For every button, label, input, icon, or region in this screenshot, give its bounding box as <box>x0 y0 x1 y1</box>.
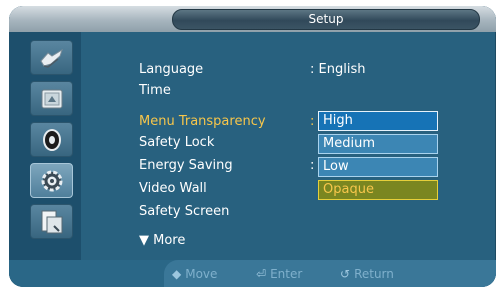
language-value: : English <box>310 62 366 77</box>
setup-gear-icon <box>41 170 62 191</box>
hint-move-label: Move <box>185 267 218 281</box>
menu-transparency-value: : <box>310 114 315 129</box>
return-icon: ↺ <box>340 267 351 281</box>
picture-icon <box>39 48 63 68</box>
menu-title: Setup <box>172 9 480 30</box>
option-low[interactable]: Low <box>318 157 438 177</box>
hint-return: ↺ Return <box>340 266 394 282</box>
option-opaque[interactable]: Opaque <box>318 180 438 200</box>
enter-icon: ⏎ <box>256 267 267 281</box>
menu-item-more[interactable]: ▼ More <box>139 233 185 249</box>
option-high[interactable]: High <box>318 111 438 131</box>
hint-move: ◆ Move <box>172 266 217 282</box>
speaker-icon <box>42 128 61 151</box>
title-bar: Setup <box>9 6 496 32</box>
transparency-dropdown: High Medium Low Opaque <box>318 111 438 203</box>
up-down-arrows-icon: ◆ <box>172 267 182 281</box>
menu-item-menu-transparency[interactable]: Menu Transparency <box>139 114 266 130</box>
hint-enter-label: Enter <box>270 267 303 281</box>
menu-item-language[interactable]: Language <box>139 62 203 78</box>
menu-item-time[interactable]: Time <box>139 83 171 99</box>
menu-item-safety-screen[interactable]: Safety Screen <box>139 204 229 220</box>
energy-saving-value: : <box>310 158 315 173</box>
option-medium[interactable]: Medium <box>318 134 438 154</box>
category-sidebar <box>9 32 81 260</box>
sidebar-item-speaker[interactable] <box>30 122 73 157</box>
menu-item-safety-lock[interactable]: Safety Lock <box>139 135 214 151</box>
hint-return-label: Return <box>354 267 394 281</box>
hint-enter: ⏎ Enter <box>256 266 302 282</box>
sound-icon <box>41 89 62 108</box>
multi-control-icon <box>41 210 62 233</box>
setup-osd-window: Setup Language: English Time Menu Trans… <box>9 6 496 287</box>
footer-bar: ◆ Move ⏎ Enter ↺ Return <box>9 260 496 287</box>
menu-item-energy-saving[interactable]: Energy Saving <box>139 158 233 174</box>
sidebar-item-setup[interactable] <box>30 163 73 198</box>
menu-item-video-wall[interactable]: Video Wall <box>139 181 207 197</box>
setup-menu-panel: Language : English Time Menu Transparenc… <box>81 32 496 260</box>
sidebar-item-multi-control[interactable] <box>30 204 73 239</box>
sidebar-item-sound[interactable] <box>30 81 73 116</box>
sidebar-item-picture[interactable] <box>30 40 73 75</box>
